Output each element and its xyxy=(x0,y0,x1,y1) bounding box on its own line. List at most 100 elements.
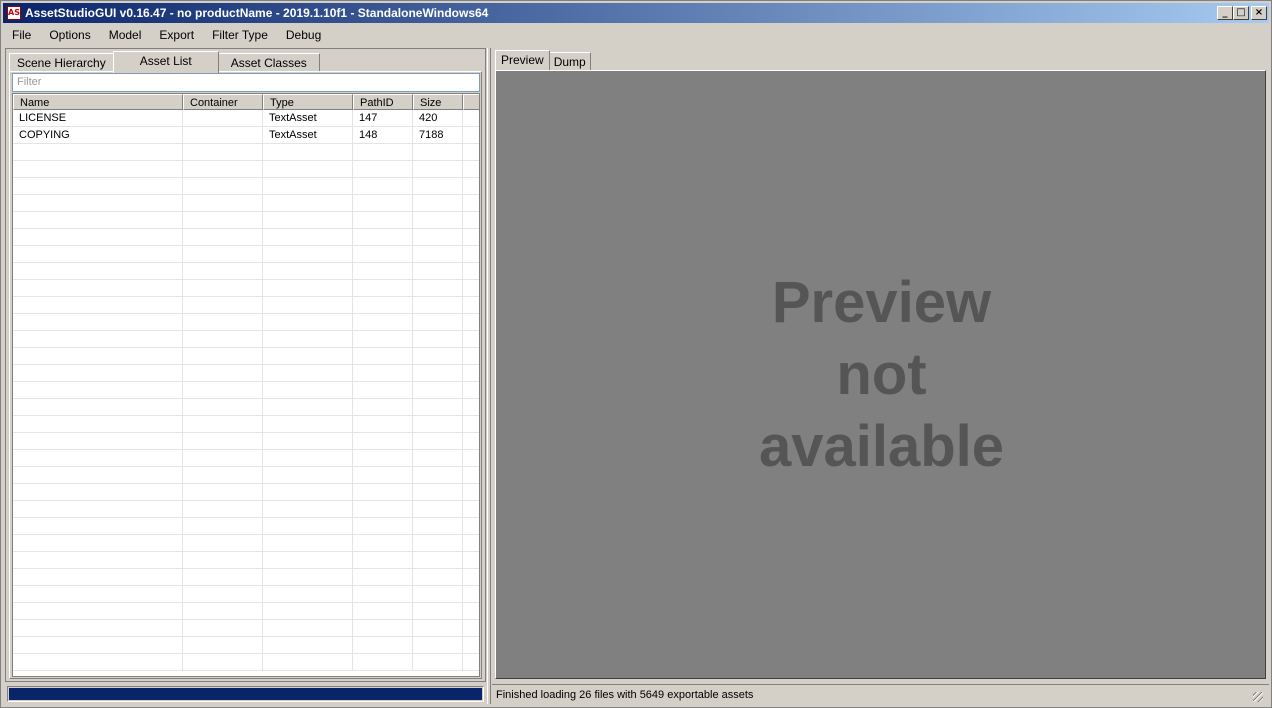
cell-type xyxy=(263,382,353,398)
table-row[interactable]: COPYING TextAsset 148 7188 xyxy=(13,127,479,144)
cell-name xyxy=(13,518,183,534)
table-row[interactable] xyxy=(13,382,479,399)
table-row[interactable] xyxy=(13,603,479,620)
maximize-button[interactable]: □ xyxy=(1233,6,1249,20)
table-row[interactable] xyxy=(13,212,479,229)
table-row[interactable] xyxy=(13,552,479,569)
cell-type xyxy=(263,433,353,449)
table-row[interactable] xyxy=(13,348,479,365)
table-row[interactable] xyxy=(13,467,479,484)
cell-name xyxy=(13,280,183,296)
table-row[interactable] xyxy=(13,416,479,433)
column-header-pathid[interactable]: PathID xyxy=(353,94,413,110)
table-row[interactable] xyxy=(13,297,479,314)
table-row[interactable] xyxy=(13,535,479,552)
table-row[interactable] xyxy=(13,331,479,348)
table-row[interactable] xyxy=(13,178,479,195)
cell-container xyxy=(183,535,263,551)
cell-path-id xyxy=(353,263,413,279)
cell-container xyxy=(183,127,263,143)
filter-input[interactable]: Filter xyxy=(12,73,480,92)
title-bar[interactable]: AS AssetStudioGUI v0.16.47 - no productN… xyxy=(3,3,1269,23)
cell-filler xyxy=(463,620,479,636)
cell-filler xyxy=(463,314,479,330)
table-row[interactable] xyxy=(13,518,479,535)
cell-type xyxy=(263,314,353,330)
table-row[interactable] xyxy=(13,263,479,280)
cell-size xyxy=(413,501,463,517)
cell-filler xyxy=(463,501,479,517)
cell-name xyxy=(13,348,183,364)
cell-name: LICENSE xyxy=(13,110,183,126)
cell-path-id xyxy=(353,552,413,568)
column-header-size[interactable]: Size xyxy=(413,94,463,110)
table-row[interactable] xyxy=(13,314,479,331)
panel-splitter[interactable] xyxy=(487,48,491,704)
table-row[interactable] xyxy=(13,195,479,212)
table-row[interactable]: LICENSE TextAsset 147 420 xyxy=(13,110,479,127)
table-row[interactable] xyxy=(13,450,479,467)
table-row[interactable] xyxy=(13,637,479,654)
cell-type xyxy=(263,144,353,160)
cell-filler xyxy=(463,110,479,126)
cell-name xyxy=(13,399,183,415)
menu-file[interactable]: File xyxy=(3,25,40,45)
cell-path-id xyxy=(353,467,413,483)
cell-type xyxy=(263,246,353,262)
app-icon: AS xyxy=(7,6,21,20)
cell-container xyxy=(183,314,263,330)
menu-debug[interactable]: Debug xyxy=(277,25,330,45)
menu-filter-type[interactable]: Filter Type xyxy=(203,25,277,45)
table-row[interactable] xyxy=(13,161,479,178)
cell-path-id xyxy=(353,399,413,415)
table-row[interactable] xyxy=(13,586,479,603)
cell-path-id xyxy=(353,144,413,160)
resize-grip-icon[interactable] xyxy=(1253,692,1263,702)
cell-path-id xyxy=(353,382,413,398)
cell-size xyxy=(413,467,463,483)
tab-preview[interactable]: Preview xyxy=(495,50,550,72)
table-row[interactable] xyxy=(13,399,479,416)
table-row[interactable] xyxy=(13,280,479,297)
column-header-container[interactable]: Container xyxy=(183,94,263,110)
table-row[interactable] xyxy=(13,620,479,637)
cell-filler xyxy=(463,127,479,143)
table-row[interactable] xyxy=(13,365,479,382)
column-header-name[interactable]: Name xyxy=(13,94,183,110)
tab-asset-list[interactable]: Asset List xyxy=(112,51,219,73)
menu-export[interactable]: Export xyxy=(150,25,203,45)
tab-dump[interactable]: Dump xyxy=(548,52,591,71)
cell-size xyxy=(413,178,463,194)
asset-list-view[interactable]: Name Container Type PathID Size LICENSE T… xyxy=(12,93,480,677)
cell-path-id xyxy=(353,501,413,517)
menu-model[interactable]: Model xyxy=(100,25,151,45)
table-row[interactable] xyxy=(13,569,479,586)
cell-path-id xyxy=(353,229,413,245)
cell-type xyxy=(263,178,353,194)
cell-container xyxy=(183,467,263,483)
table-row[interactable] xyxy=(13,246,479,263)
cell-name xyxy=(13,331,183,347)
close-button[interactable]: × xyxy=(1251,6,1267,20)
cell-type xyxy=(263,399,353,415)
cell-type xyxy=(263,297,353,313)
table-row[interactable] xyxy=(13,144,479,161)
cell-path-id xyxy=(353,603,413,619)
table-row[interactable] xyxy=(13,229,479,246)
preview-unavailable-message: Preview not available xyxy=(496,267,1267,483)
cell-path-id: 147 xyxy=(353,110,413,126)
tab-asset-classes[interactable]: Asset Classes xyxy=(217,53,320,72)
cell-container xyxy=(183,450,263,466)
table-row[interactable] xyxy=(13,654,479,671)
column-header-type[interactable]: Type xyxy=(263,94,353,110)
tab-scene-hierarchy[interactable]: Scene Hierarchy xyxy=(9,53,114,72)
menu-options[interactable]: Options xyxy=(40,25,99,45)
cell-container xyxy=(183,433,263,449)
table-row[interactable] xyxy=(13,484,479,501)
cell-name xyxy=(13,314,183,330)
table-row[interactable] xyxy=(13,501,479,518)
table-row[interactable] xyxy=(13,433,479,450)
cell-name xyxy=(13,586,183,602)
minimize-button[interactable]: _ xyxy=(1217,6,1233,20)
preview-message-line-2: not xyxy=(836,342,927,407)
